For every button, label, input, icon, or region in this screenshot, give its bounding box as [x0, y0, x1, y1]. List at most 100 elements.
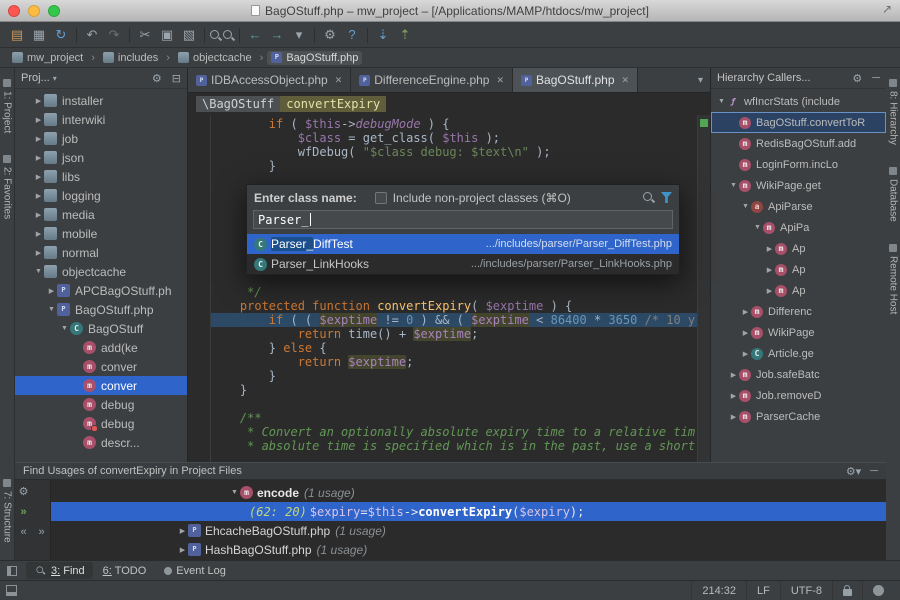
run-config-dropdown-icon[interactable]: ▾ [288, 25, 310, 45]
breadcrumb-item[interactable]: mw_project [8, 51, 87, 65]
chevron-right-icon[interactable]: ▶ [764, 287, 775, 295]
hierarchy-tree-item[interactable]: ▼aApiParse [711, 196, 886, 217]
project-tree-item[interactable]: ▶job [15, 129, 187, 148]
code-line[interactable]: } else { [211, 341, 697, 355]
breadcrumb-item[interactable]: objectcache [174, 51, 256, 65]
editor-tab[interactable]: PBagOStuff.php✕ [513, 68, 638, 92]
chevron-right-icon[interactable]: ▶ [740, 308, 751, 316]
usage-group-row[interactable]: ▶PEhcacheBagOStuff.php(1 usage) [51, 521, 886, 540]
bottom-tab-event-log[interactable]: Event Log [156, 562, 234, 579]
tool-stripe-button[interactable]: Database [888, 167, 899, 222]
back-icon[interactable]: ← [244, 25, 266, 45]
close-icon[interactable]: ✕ [622, 75, 630, 86]
chevron-right-icon[interactable]: ▶ [728, 413, 739, 421]
undo-icon[interactable]: ↶ [81, 25, 103, 45]
toolwindow-anchor-icon[interactable] [7, 566, 17, 576]
close-window-button[interactable] [8, 5, 20, 17]
find-tab-icon[interactable] [36, 566, 46, 576]
hierarchy-tree-item[interactable]: mLoginForm.incLo [711, 154, 886, 175]
replace-icon[interactable] [222, 29, 235, 42]
settings-icon[interactable]: ⚙ [852, 72, 862, 85]
code-line[interactable]: wfDebug( "$class debug: $text\n" ); [211, 145, 697, 159]
chevron-down-icon[interactable]: ▼ [716, 98, 727, 105]
code-line[interactable]: return time() + $exptime; [211, 327, 697, 341]
code-line[interactable]: protected function convertExpiry( $expti… [211, 299, 697, 313]
usage-row[interactable]: (62: 20) $expiry = $this->convertExpiry(… [51, 502, 886, 521]
hierarchy-tree-item[interactable]: ▶mAp [711, 280, 886, 301]
class-result-row[interactable]: CParser_DiffTest.../includes/parser/Pars… [247, 234, 679, 254]
chevron-right-icon[interactable]: ▶ [33, 192, 44, 200]
project-tree-item[interactable]: ▶media [15, 205, 187, 224]
bottom-tab-6-todo[interactable]: 6: TODO [95, 562, 155, 579]
expand-all-icon[interactable]: » [34, 525, 49, 540]
collapse-all-icon[interactable]: ⊟ [172, 72, 181, 85]
chevron-right-icon[interactable]: ▶ [33, 173, 44, 181]
code-line[interactable]: * absolute time is specified which is in… [211, 439, 697, 453]
hierarchy-tree-item[interactable]: ▶mAp [711, 259, 886, 280]
hierarchy-tree-item[interactable]: ▶mParserCache [711, 406, 886, 427]
open-folder-icon[interactable]: ▤ [6, 25, 28, 45]
titlebar[interactable]: BagOStuff.php – mw_project – [/Applicati… [0, 0, 900, 22]
redo-icon[interactable]: ↷ [103, 25, 125, 45]
usage-group-row[interactable]: ▼mencode(1 usage) [51, 483, 886, 502]
hide-icon[interactable]: ─ [870, 465, 878, 477]
paste-icon[interactable]: ▧ [178, 25, 200, 45]
filter-icon[interactable] [34, 485, 49, 500]
code-line[interactable]: /** [211, 411, 697, 425]
chevron-right-icon[interactable]: ▶ [728, 392, 739, 400]
tool-stripe-button[interactable]: 2: Favorites [2, 155, 13, 219]
class-name-input[interactable]: Parser_ [253, 210, 673, 229]
highlighting-level[interactable] [862, 581, 894, 600]
project-tree-item[interactable]: ▶libs [15, 167, 187, 186]
chevron-right-icon[interactable]: ▶ [33, 154, 44, 162]
file-encoding[interactable]: UTF-8 [780, 581, 832, 600]
readonly-lock[interactable] [832, 581, 862, 600]
project-tree-item[interactable]: ▶interwiki [15, 110, 187, 129]
project-tree-item[interactable]: ▶logging [15, 186, 187, 205]
code-line[interactable]: $class = get_class( $this ); [211, 131, 697, 145]
hierarchy-tree-item[interactable]: ▶mAp [711, 238, 886, 259]
include-non-project-checkbox[interactable] [375, 192, 387, 204]
project-tree-item[interactable]: mdebug [15, 395, 187, 414]
code-line[interactable]: } [211, 159, 697, 173]
project-tree-item[interactable]: mdebug [15, 414, 187, 433]
tool-stripe-button[interactable]: 1: Project [2, 79, 13, 133]
chevron-down-icon[interactable]: ▼ [59, 325, 70, 332]
caret-position[interactable]: 214:32 [691, 581, 746, 600]
error-stripe[interactable] [697, 115, 710, 462]
chevron-right-icon[interactable]: ▶ [33, 116, 44, 124]
rerun-icon[interactable]: » [16, 505, 31, 520]
vcs-update-icon[interactable]: ⇣ [372, 25, 394, 45]
editor-tab[interactable]: PDifferenceEngine.php✕ [351, 68, 513, 92]
find-icon[interactable] [209, 29, 222, 42]
chevron-right-icon[interactable]: ▶ [33, 211, 44, 219]
chevron-right-icon[interactable]: ▶ [33, 249, 44, 257]
hierarchy-tree-item[interactable]: mRedisBagOStuff.add [711, 133, 886, 154]
usage-group-row[interactable]: ▶PHashBagOStuff.php(1 usage) [51, 540, 886, 559]
hierarchy-tree-item[interactable]: ▼ƒwfIncrStats (include [711, 91, 886, 112]
context-class-chip[interactable]: \BagOStuff [196, 96, 280, 112]
collapse-all-icon[interactable]: « [16, 525, 31, 540]
breadcrumb-item[interactable]: includes [99, 51, 162, 65]
chevron-right-icon[interactable]: ▶ [46, 287, 57, 295]
context-member-chip[interactable]: convertExpiry [280, 96, 386, 112]
project-tree-item[interactable]: ▶mobile [15, 224, 187, 243]
synchronize-icon[interactable]: ↻ [50, 25, 72, 45]
project-tree-item[interactable]: mdescr... [15, 433, 187, 452]
bottom-tab-3-find[interactable]: 3: Find [26, 562, 93, 579]
tool-stripe-button[interactable]: 7: Structure [2, 479, 13, 543]
no-errors-indicator[interactable] [700, 119, 708, 127]
chevron-right-icon[interactable]: ▶ [728, 371, 739, 379]
code-line[interactable]: return $exptime; [211, 355, 697, 369]
include-non-project-label[interactable]: Include non-project classes (⌘O) [393, 191, 571, 205]
fullscreen-icon[interactable]: ↗ [882, 2, 892, 16]
chevron-right-icon[interactable]: ▶ [33, 135, 44, 143]
hierarchy-tree-item[interactable]: ▼mApiPa [711, 217, 886, 238]
settings-icon[interactable]: ⚙ [152, 72, 162, 85]
zoom-window-button[interactable] [48, 5, 60, 17]
hierarchy-tree-item[interactable]: ▶CArticle.ge [711, 343, 886, 364]
hierarchy-tree-item[interactable]: ▼mWikiPage.get [711, 175, 886, 196]
forward-icon[interactable]: → [266, 25, 288, 45]
copy-icon[interactable]: ▣ [156, 25, 178, 45]
editor-tab[interactable]: PIDBAccessObject.php✕ [188, 68, 351, 92]
